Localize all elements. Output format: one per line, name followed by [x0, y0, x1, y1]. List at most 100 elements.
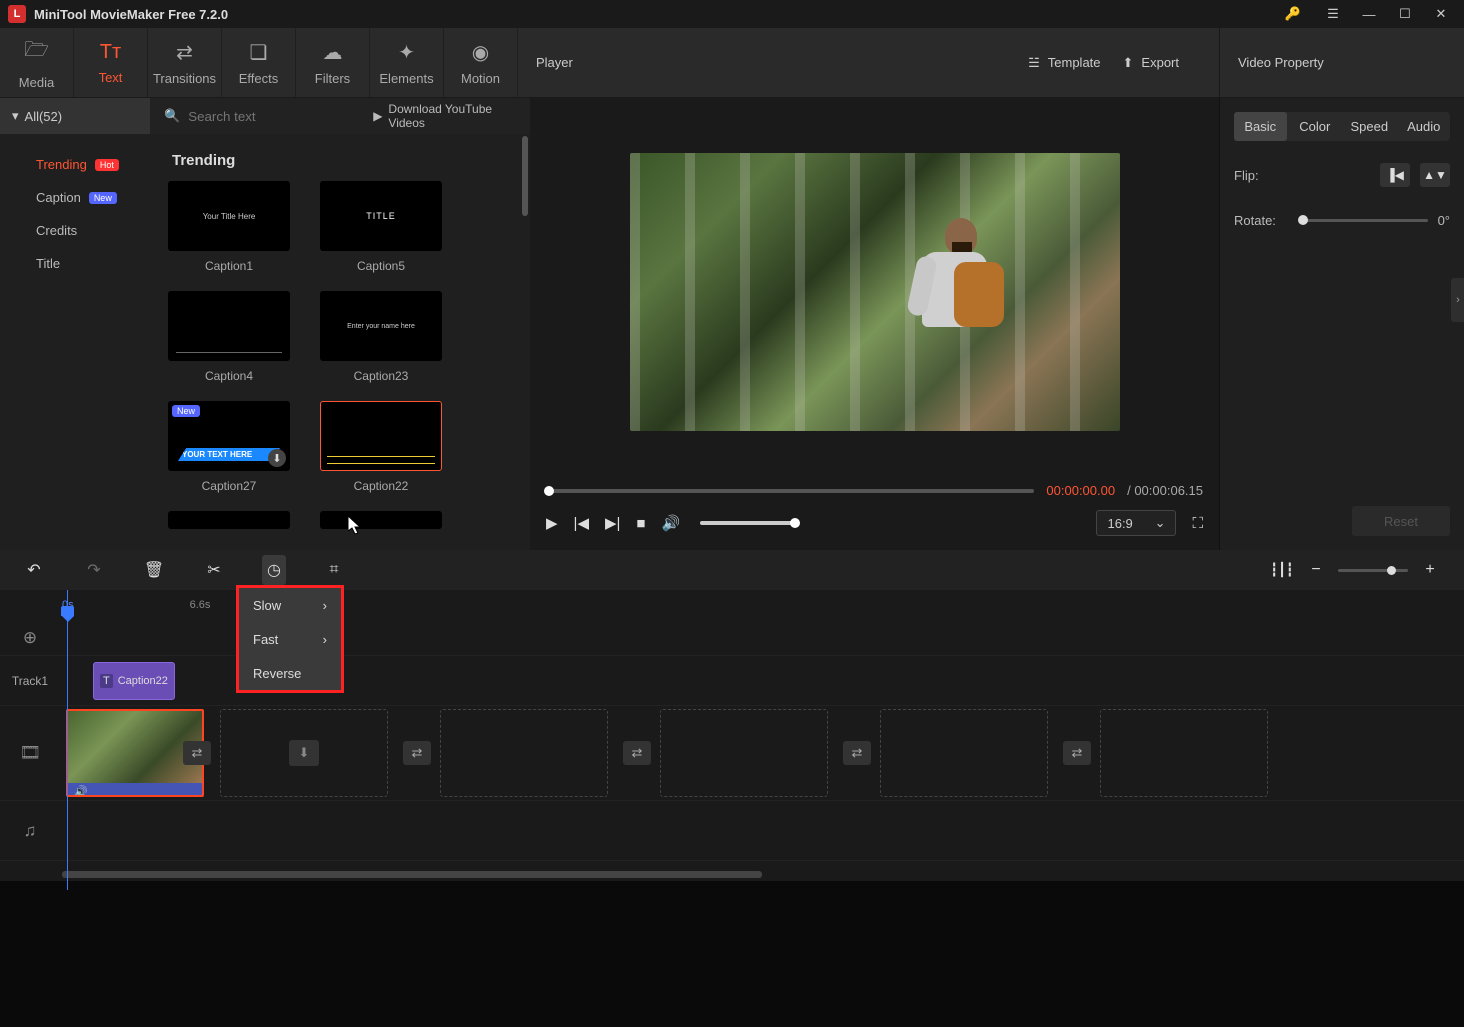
next-frame-button[interactable]: ▶| [605, 514, 620, 532]
rotate-value: 0° [1438, 213, 1450, 228]
crop-button[interactable]: ⌗ [322, 561, 346, 579]
split-button[interactable]: ✂ [202, 560, 226, 580]
elements-icon: ✦ [398, 40, 415, 65]
tab-motion[interactable]: ◉Motion [444, 28, 518, 97]
speed-button[interactable]: ◷ [262, 555, 286, 585]
tab-text[interactable]: TᴛText [74, 28, 148, 97]
asset-caption1[interactable]: Your Title HereCaption1 [168, 181, 290, 283]
tab-transitions[interactable]: ⇄Transitions [148, 28, 222, 97]
drop-slot[interactable]: ⇄ [660, 709, 828, 797]
hamburger-icon[interactable]: ☰ [1318, 2, 1348, 26]
category-caption[interactable]: CaptionNew [0, 181, 150, 214]
prop-tab-color[interactable]: Color [1289, 112, 1342, 141]
transition-icon[interactable]: ⇄ [623, 741, 651, 765]
asset-more2[interactable] [320, 511, 442, 529]
transition-icon[interactable]: ⇄ [403, 741, 431, 765]
maximize-button[interactable]: ☐ [1390, 2, 1420, 26]
prop-tab-speed[interactable]: Speed [1343, 112, 1396, 141]
speed-menu: Slow› Fast› Reverse [236, 585, 344, 693]
chevron-down-icon: ⌄ [1155, 515, 1166, 531]
drop-slot[interactable]: ⇄ [1100, 709, 1268, 797]
volume-icon[interactable]: 🔊 [661, 514, 680, 532]
volume-slider[interactable] [700, 521, 795, 525]
transition-icon[interactable]: ⇄ [183, 741, 211, 765]
transition-icon[interactable]: ⇄ [1063, 741, 1091, 765]
asset-caption4[interactable]: Caption4 [168, 291, 290, 393]
zoom-slider[interactable] [1338, 569, 1408, 572]
asset-caption27[interactable]: NewYOUR TEXT HERE⬇Caption27 [168, 401, 290, 503]
asset-caption22[interactable]: Caption22 [320, 401, 442, 503]
import-icon: ⬇ [289, 740, 319, 766]
redo-button[interactable]: ↷ [82, 560, 106, 580]
collapse-panel-button[interactable]: › [1451, 278, 1464, 322]
layers-icon: ☱ [1028, 55, 1040, 71]
filters-icon: ☁ [323, 40, 343, 65]
drop-slot[interactable]: ⇄⬇ [220, 709, 388, 797]
timeline-ruler[interactable]: 0s 6.6s [0, 590, 1464, 620]
time-current: 00:00:00.00 [1046, 483, 1115, 498]
category-credits[interactable]: Credits [0, 214, 150, 247]
fullscreen-button[interactable]: ⛶ [1192, 515, 1203, 532]
scrollbar[interactable] [522, 136, 528, 216]
text-icon: T [100, 674, 113, 688]
text-clip-caption22[interactable]: TCaption22 [93, 662, 175, 700]
chevron-down-icon: ▾ [12, 108, 19, 124]
titlebar: L MiniTool MovieMaker Free 7.2.0 🔑 ☰ — ☐… [0, 0, 1464, 28]
transition-icon[interactable]: ⇄ [843, 741, 871, 765]
close-button[interactable]: ✕ [1426, 2, 1456, 26]
drop-slot[interactable]: ⇄ [440, 709, 608, 797]
key-icon[interactable]: 🔑 [1278, 2, 1308, 26]
video-track-icon: 🎞 [0, 743, 60, 763]
fit-timeline-button[interactable]: ┇┃┇ [1270, 562, 1294, 578]
upload-icon: ⬆ [1123, 55, 1134, 71]
seek-bar[interactable] [546, 489, 1034, 493]
speed-menu-fast[interactable]: Fast› [239, 622, 341, 656]
flip-vertical-button[interactable]: ▲▼ [1420, 163, 1450, 187]
aspect-ratio-select[interactable]: 16:9⌄ [1096, 510, 1176, 536]
stop-button[interactable]: ■ [636, 515, 645, 532]
track-label-1: Track1 [0, 674, 60, 688]
playhead-handle[interactable] [61, 606, 74, 616]
speed-menu-slow[interactable]: Slow› [239, 588, 341, 622]
app-logo: L [8, 5, 26, 23]
asset-browser: 🔍 ▶Download YouTube Videos Trending Your… [150, 98, 530, 550]
folder-icon: 🗁 [24, 35, 49, 69]
flip-horizontal-button[interactable]: ▐◀ [1380, 163, 1410, 187]
minimize-button[interactable]: — [1354, 2, 1384, 26]
tab-elements[interactable]: ✦Elements [370, 28, 444, 97]
tab-filters[interactable]: ☁Filters [296, 28, 370, 97]
speed-menu-reverse[interactable]: Reverse [239, 656, 341, 690]
search-icon: 🔍 [164, 108, 180, 124]
search-input[interactable] [188, 109, 365, 124]
rotate-slider[interactable] [1300, 219, 1428, 222]
prop-tab-basic[interactable]: Basic [1234, 112, 1287, 141]
category-trending[interactable]: TrendingHot [0, 148, 150, 181]
undo-button[interactable]: ↶ [22, 560, 46, 580]
category-all[interactable]: ▾All(52) [0, 98, 150, 134]
play-button[interactable]: ▶ [546, 514, 558, 532]
video-preview[interactable] [630, 153, 1120, 431]
drop-slot[interactable]: ⇄ [880, 709, 1048, 797]
add-track-button[interactable]: ⊕ [0, 628, 60, 648]
asset-more1[interactable] [168, 511, 290, 529]
chevron-right-icon: › [323, 598, 327, 613]
delete-button[interactable]: 🗑 [142, 560, 166, 580]
zoom-out-button[interactable]: − [1304, 561, 1328, 579]
tab-effects[interactable]: ❏Effects [222, 28, 296, 97]
export-button[interactable]: ⬆Export [1123, 55, 1179, 71]
category-title[interactable]: Title [0, 247, 150, 280]
reset-button[interactable]: Reset [1352, 506, 1450, 536]
download-icon[interactable]: ⬇ [268, 449, 286, 467]
prop-tab-audio[interactable]: Audio [1398, 112, 1451, 141]
template-button[interactable]: ☱Template [1028, 55, 1100, 71]
asset-caption5[interactable]: TITLECaption5 [320, 181, 442, 283]
horizontal-scrollbar[interactable] [62, 871, 762, 878]
asset-caption23[interactable]: Enter your name hereCaption23 [320, 291, 442, 393]
timeline-area: ↶ ↷ 🗑 ✂ ◷ ⌗ ┇┃┇ − + 0s 6.6s ⊕ Track1 TCa… [0, 550, 1464, 881]
tab-media[interactable]: 🗁Media [0, 28, 74, 97]
audio-track-icon: ♫ [0, 821, 60, 841]
playhead-line [67, 590, 68, 890]
zoom-in-button[interactable]: + [1418, 561, 1442, 579]
download-youtube-link[interactable]: ▶Download YouTube Videos [373, 102, 516, 130]
prev-frame-button[interactable]: |◀ [574, 514, 589, 532]
